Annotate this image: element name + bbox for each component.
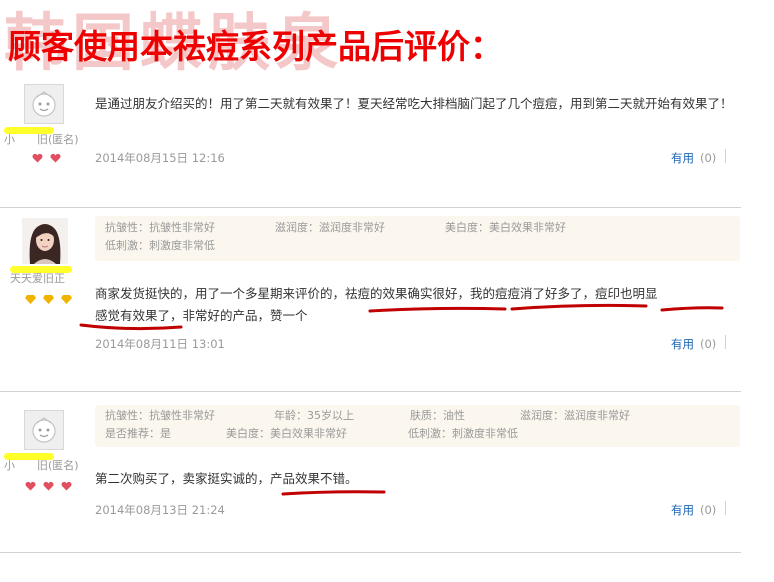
underline-mark bbox=[79, 323, 183, 331]
heart-icon bbox=[32, 148, 43, 167]
underline-mark bbox=[281, 490, 386, 496]
page-title: 顾客使用本祛痘系列产品后评价： bbox=[8, 27, 503, 66]
review-date: 2014年08月15日 12:16 bbox=[95, 151, 225, 165]
useful-count: (0) bbox=[700, 151, 717, 165]
useful-count: (0) bbox=[700, 337, 717, 351]
annotation-underlines bbox=[281, 490, 386, 496]
default-avatar-icon[interactable] bbox=[24, 84, 64, 124]
review-item: 天天爱旧正 抗皱性：抗皱性非常好 滋润度：滋润度非常好 美白度：美白效果非常好 … bbox=[0, 208, 774, 398]
review-text: 是通过朋友介绍买的！用了第二天就有效果了！夏天经常吃大排档脑门起了几个痘痘，用到… bbox=[95, 96, 733, 111]
username[interactable]: 小 旧(匿名) bbox=[4, 131, 88, 147]
divider-bar bbox=[725, 149, 726, 163]
review-item: 小 旧(匿名) 抗皱性：抗皱性非常好 年龄：35岁以上 肤质：油性 滋润度：滋润… bbox=[0, 392, 774, 582]
annotation-underlines bbox=[79, 303, 724, 331]
user-level bbox=[32, 148, 63, 167]
useful-button[interactable]: 有用 (0) bbox=[671, 336, 716, 352]
heart-icon bbox=[50, 148, 61, 167]
useful-label[interactable]: 有用 bbox=[671, 151, 694, 165]
underline-mark bbox=[510, 303, 648, 311]
underline-mark bbox=[660, 306, 724, 312]
useful-button[interactable]: 有用 (0) bbox=[671, 150, 716, 166]
underline-mark bbox=[368, 306, 507, 313]
useful-label[interactable]: 有用 bbox=[671, 337, 694, 351]
review-divider bbox=[0, 552, 741, 553]
review-date: 2014年08月11日 13:01 bbox=[95, 337, 225, 351]
